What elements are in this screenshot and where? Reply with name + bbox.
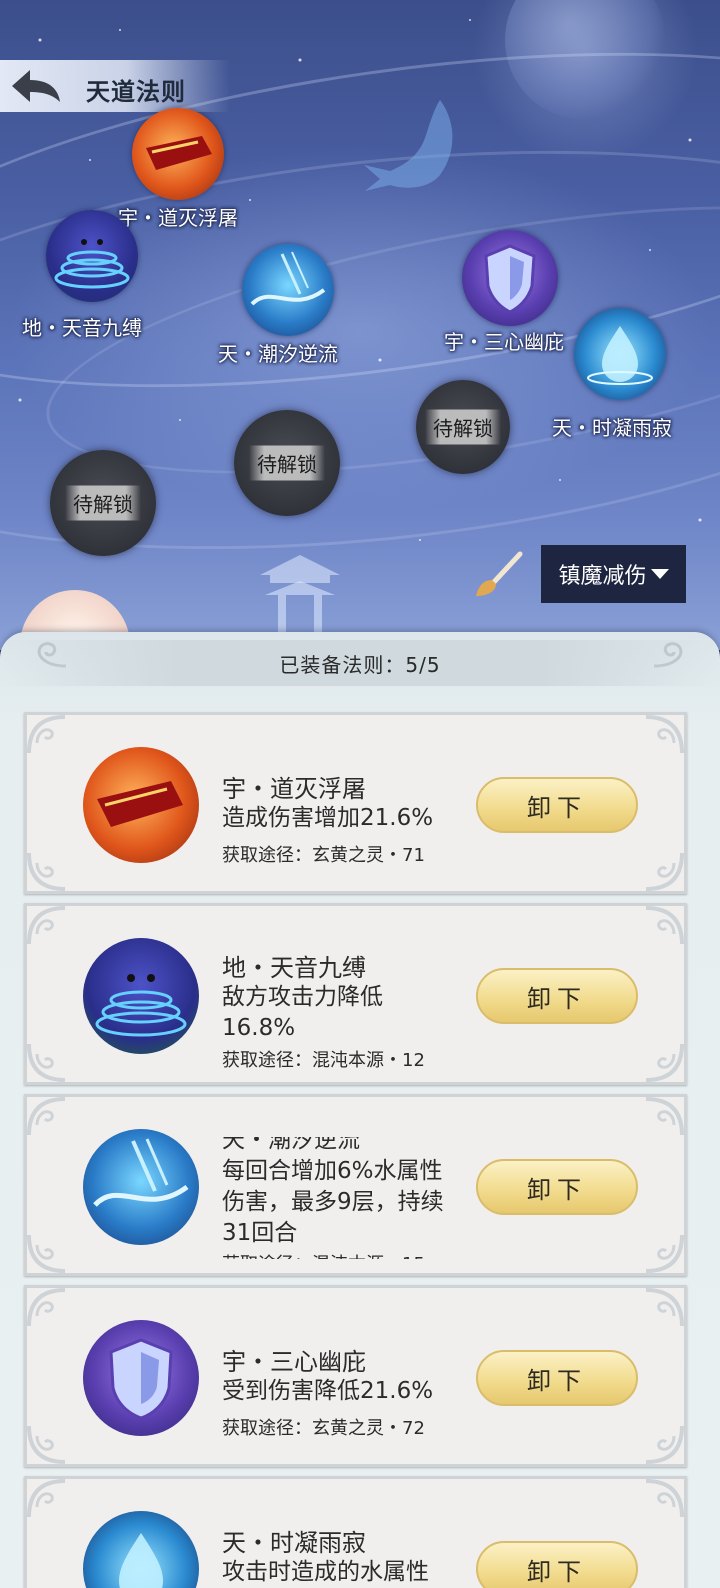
rule-source: 获取途径：玄黄之灵・71 — [222, 845, 425, 866]
rule-effect: 攻击时造成的水属性 — [222, 1559, 429, 1585]
corner-ornament-icon — [645, 906, 684, 945]
corner-ornament-icon — [645, 1425, 684, 1464]
water-drop-icon — [83, 1511, 199, 1588]
rule-name: 宇・三心幽庇 — [222, 1348, 366, 1376]
rule-name: 天・时凝雨寂 — [222, 1529, 366, 1557]
rule-source: 获取途径：混沌本源・15 — [222, 1249, 447, 1259]
rule-card: 天・潮汐逆流 每回合增加6%水属性伤害，最多9层，持续31回合 获取途径：混沌本… — [24, 1094, 687, 1276]
rule-card: 天・时凝雨寂 攻击时造成的水属性 卸下 — [24, 1476, 687, 1588]
vortex-spirit-icon — [83, 938, 199, 1054]
rule-effect: 敌方攻击力降低16.8% — [222, 984, 383, 1041]
corner-ornament-icon — [27, 1097, 66, 1136]
corner-ornament-icon — [27, 1479, 66, 1518]
vortex-spirit-icon — [46, 210, 138, 302]
corner-ornament-icon — [27, 1288, 66, 1327]
rule-text-scroll[interactable]: 天・潮汐逆流 每回合增加6%水属性伤害，最多9层，持续31回合 获取途径：混沌本… — [222, 1137, 462, 1259]
pavilion-decoration — [260, 555, 340, 645]
corner-ornament-icon — [645, 1234, 684, 1273]
whale-decoration — [364, 100, 453, 191]
locked-label: 待解锁 — [65, 485, 141, 521]
rule-name: 地・天音九缚 — [222, 954, 366, 982]
corner-ornament-icon — [645, 1479, 684, 1518]
water-wave-icon — [242, 244, 334, 336]
shield-icon — [462, 230, 558, 326]
corner-ornament-icon — [645, 1097, 684, 1136]
corner-ornament-icon — [27, 906, 66, 945]
caret-down-icon — [650, 569, 669, 579]
rule-node-label: 宇・三心幽庇 — [444, 330, 564, 354]
fire-blade-icon — [83, 747, 199, 863]
corner-ornament-icon — [27, 1234, 66, 1273]
panel-header: 已装备法则：5/5 — [0, 640, 720, 686]
filter-dropdown[interactable]: 镇魔减伤 — [541, 545, 686, 603]
filter-label: 镇魔减伤 — [558, 564, 647, 589]
brush-icon — [476, 551, 523, 596]
unequip-button[interactable]: 卸下 — [476, 1350, 638, 1406]
water-drop-icon — [574, 308, 666, 400]
back-arrow-icon — [12, 70, 60, 102]
rule-name: 宇・道灭浮屠 — [222, 775, 366, 803]
rule-name: 天・潮汐逆流 — [222, 1137, 360, 1153]
unequip-button[interactable]: 卸下 — [476, 968, 638, 1024]
corner-ornament-icon — [27, 852, 66, 891]
brush-button[interactable] — [472, 550, 524, 600]
unequip-button[interactable]: 卸下 — [476, 1541, 638, 1588]
unequip-button[interactable]: 卸下 — [476, 777, 638, 833]
rule-node-label: 天・时凝雨寂 — [552, 416, 672, 440]
rule-card: 宇・三心幽庇 受到伤害降低21.6% 获取途径：玄黄之灵・72 卸下 — [24, 1285, 687, 1467]
panel-title: 已装备法则：5/5 — [279, 652, 441, 677]
corner-ornament-icon — [645, 1288, 684, 1327]
locked-slot[interactable]: 待解锁 — [50, 450, 156, 556]
locked-slot[interactable]: 待解锁 — [234, 410, 340, 516]
rule-card: 宇・道灭浮屠 造成伤害增加21.6% 获取途径：玄黄之灵・71 卸下 — [24, 712, 687, 894]
corner-ornament-icon — [645, 852, 684, 891]
rule-source: 获取途径：玄黄之灵・72 — [222, 1418, 425, 1439]
corner-ornament-icon — [27, 1425, 66, 1464]
rule-effect: 造成伤害增加21.6% — [222, 805, 434, 831]
rule-effect: 受到伤害降低21.6% — [222, 1378, 434, 1404]
rule-node-label: 地・天音九缚 — [22, 316, 142, 340]
corner-ornament-icon — [645, 715, 684, 754]
unequip-button[interactable]: 卸下 — [476, 1159, 638, 1215]
shield-icon — [83, 1320, 199, 1436]
rule-node-label: 天・潮汐逆流 — [218, 342, 338, 366]
corner-ornament-icon — [645, 1043, 684, 1082]
back-button[interactable] — [8, 66, 64, 106]
locked-slot[interactable]: 待解锁 — [416, 380, 510, 474]
water-wave-icon — [83, 1129, 199, 1245]
rule-card: 地・天音九缚 敌方攻击力降低16.8% 获取途径：混沌本源・12 卸下 — [24, 903, 687, 1085]
corner-ornament-icon — [27, 715, 66, 754]
locked-label: 待解锁 — [425, 409, 501, 445]
rule-source: 获取途径：混沌本源・12 — [222, 1050, 425, 1071]
fire-blade-icon — [132, 108, 224, 200]
rule-node-label: 宇・道灭浮屠 — [118, 206, 238, 230]
locked-label: 待解锁 — [249, 445, 325, 481]
corner-ornament-icon — [27, 1043, 66, 1082]
title-bar: 天道法则 — [0, 60, 230, 112]
rule-effect: 每回合增加6%水属性伤害，最多9层，持续31回合 — [222, 1158, 444, 1246]
page-title: 天道法则 — [86, 78, 186, 106]
